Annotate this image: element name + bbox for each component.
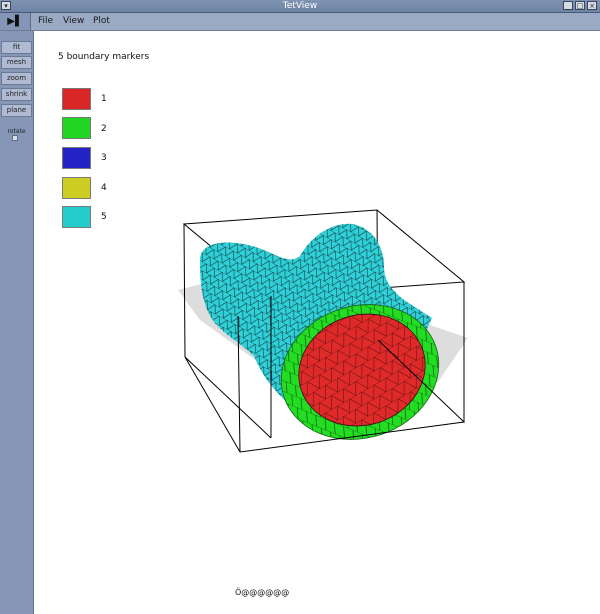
status-glyphs: Ӧ@@@@@@ <box>235 588 290 597</box>
mesh-viewport[interactable] <box>0 0 600 614</box>
